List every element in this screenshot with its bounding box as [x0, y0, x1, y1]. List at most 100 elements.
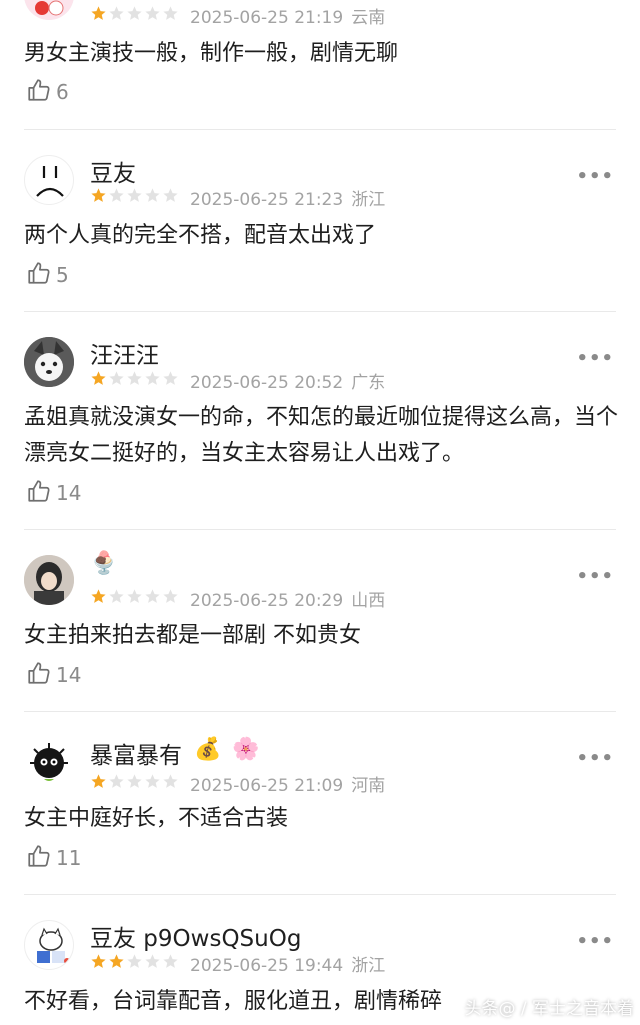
money-bag-badge-icon: 💰	[194, 737, 222, 762]
avatar[interactable]	[24, 0, 74, 20]
thumbs-up-icon	[26, 478, 52, 508]
review-meta: 2025-06-25 19:44 浙江	[90, 951, 385, 976]
like-count: 14	[56, 663, 82, 687]
review-location: 广东	[351, 372, 386, 393]
review-date: 2025-06-25 20:52	[190, 372, 344, 393]
thumbs-up-icon	[26, 260, 52, 290]
star-icon	[108, 773, 126, 794]
username[interactable]: 豆友 p9OwsQSuOg	[90, 919, 301, 953]
like-button[interactable]: 14	[26, 479, 81, 507]
divider	[24, 529, 616, 530]
rating-stars	[90, 773, 180, 794]
star-icon	[108, 953, 126, 974]
star-icon	[90, 5, 108, 26]
star-icon	[108, 5, 126, 26]
star-icon	[144, 5, 162, 26]
like-button[interactable]: 11	[26, 844, 81, 872]
avatar[interactable]	[24, 920, 74, 970]
username[interactable]: 暴富暴有	[90, 736, 182, 770]
review-content: 男女主演技一般，制作一般，剧情无聊	[24, 41, 399, 66]
review-date-location: 2025-06-25 21:09 河南	[190, 771, 385, 796]
review-date: 2025-06-25 21:09	[190, 775, 344, 796]
review-date-location: 2025-06-25 21:19 云南	[190, 3, 385, 28]
star-icon	[126, 5, 144, 26]
watermark: 头条@ / 军士之音本着	[464, 999, 634, 1019]
star-icon	[90, 187, 108, 208]
star-icon	[126, 187, 144, 208]
review-location: 浙江	[351, 955, 386, 976]
like-count: 11	[56, 846, 82, 870]
review-meta: 2025-06-25 21:19 云南	[90, 3, 385, 28]
review-location: 河南	[351, 775, 386, 796]
avatar[interactable]	[24, 555, 74, 605]
thumbs-up-icon	[26, 843, 52, 873]
star-icon	[144, 773, 162, 794]
star-icon	[108, 588, 126, 609]
divider	[24, 711, 616, 712]
star-icon	[108, 370, 126, 391]
star-icon	[90, 953, 108, 974]
star-icon	[126, 953, 144, 974]
star-icon	[144, 370, 162, 391]
rating-stars	[90, 588, 180, 609]
review-meta: 2025-06-25 20:52 广东	[90, 368, 385, 393]
like-button[interactable]: 5	[26, 261, 69, 289]
review-content: 女主中庭好长，不适合古装	[24, 806, 289, 831]
avatar[interactable]	[24, 337, 74, 387]
review-meta: 2025-06-25 20:29 山西	[90, 586, 385, 611]
review-date-location: 2025-06-25 20:29 山西	[190, 586, 385, 611]
star-icon	[90, 588, 108, 609]
review-location: 云南	[351, 7, 386, 28]
review-date: 2025-06-25 21:19	[190, 7, 344, 28]
star-icon	[90, 773, 108, 794]
star-icon	[144, 187, 162, 208]
username[interactable]: 豆友	[90, 154, 136, 188]
review-date-location: 2025-06-25 19:44 浙江	[190, 951, 385, 976]
star-icon	[162, 953, 180, 974]
like-button[interactable]: 6	[26, 78, 69, 106]
review-location: 浙江	[351, 189, 386, 210]
star-icon	[126, 588, 144, 609]
avatar[interactable]	[24, 737, 74, 787]
review-content: 孟姐真就没演女一的命，不知怎的最近咖位提得这么高，当个漂亮女二挺好的，当女主太容…	[24, 405, 619, 466]
divider	[24, 894, 616, 895]
star-icon	[126, 370, 144, 391]
more-dots-icon[interactable]: •••	[576, 166, 614, 187]
divider	[24, 311, 616, 312]
star-icon	[90, 370, 108, 391]
divider	[24, 129, 616, 130]
rating-stars	[90, 187, 180, 208]
ice-cream-badge-icon: 🍨	[90, 551, 118, 576]
thumbs-up-icon	[26, 660, 52, 690]
rating-stars	[90, 5, 180, 26]
like-button[interactable]: 14	[26, 661, 81, 689]
avatar[interactable]	[24, 155, 74, 205]
star-icon	[162, 187, 180, 208]
star-icon	[162, 773, 180, 794]
star-icon	[108, 187, 126, 208]
more-dots-icon[interactable]: •••	[576, 748, 614, 769]
star-icon	[126, 773, 144, 794]
rating-stars	[90, 953, 180, 974]
review-location: 山西	[351, 590, 386, 611]
star-icon	[162, 5, 180, 26]
like-count: 14	[56, 481, 82, 505]
star-icon	[144, 588, 162, 609]
more-dots-icon[interactable]: •••	[576, 348, 614, 369]
review-date: 2025-06-25 20:29	[190, 590, 344, 611]
review-meta: 2025-06-25 21:09 河南	[90, 771, 385, 796]
review-date-location: 2025-06-25 20:52 广东	[190, 368, 385, 393]
more-dots-icon[interactable]: •••	[576, 566, 614, 587]
review-meta: 2025-06-25 21:23 浙江	[90, 185, 385, 210]
review-content: 女主拍来拍去都是一部剧 不如贵女	[24, 623, 361, 648]
thumbs-up-icon	[26, 77, 52, 107]
like-count: 6	[56, 80, 69, 104]
like-count: 5	[56, 263, 69, 287]
review-date-location: 2025-06-25 21:23 浙江	[190, 185, 385, 210]
flower-badge-icon: 🌸	[232, 737, 260, 762]
username[interactable]: 汪汪汪	[90, 336, 159, 370]
rating-stars	[90, 370, 180, 391]
more-dots-icon[interactable]: •••	[576, 931, 614, 952]
star-icon	[162, 588, 180, 609]
review-date: 2025-06-25 19:44	[190, 955, 344, 976]
